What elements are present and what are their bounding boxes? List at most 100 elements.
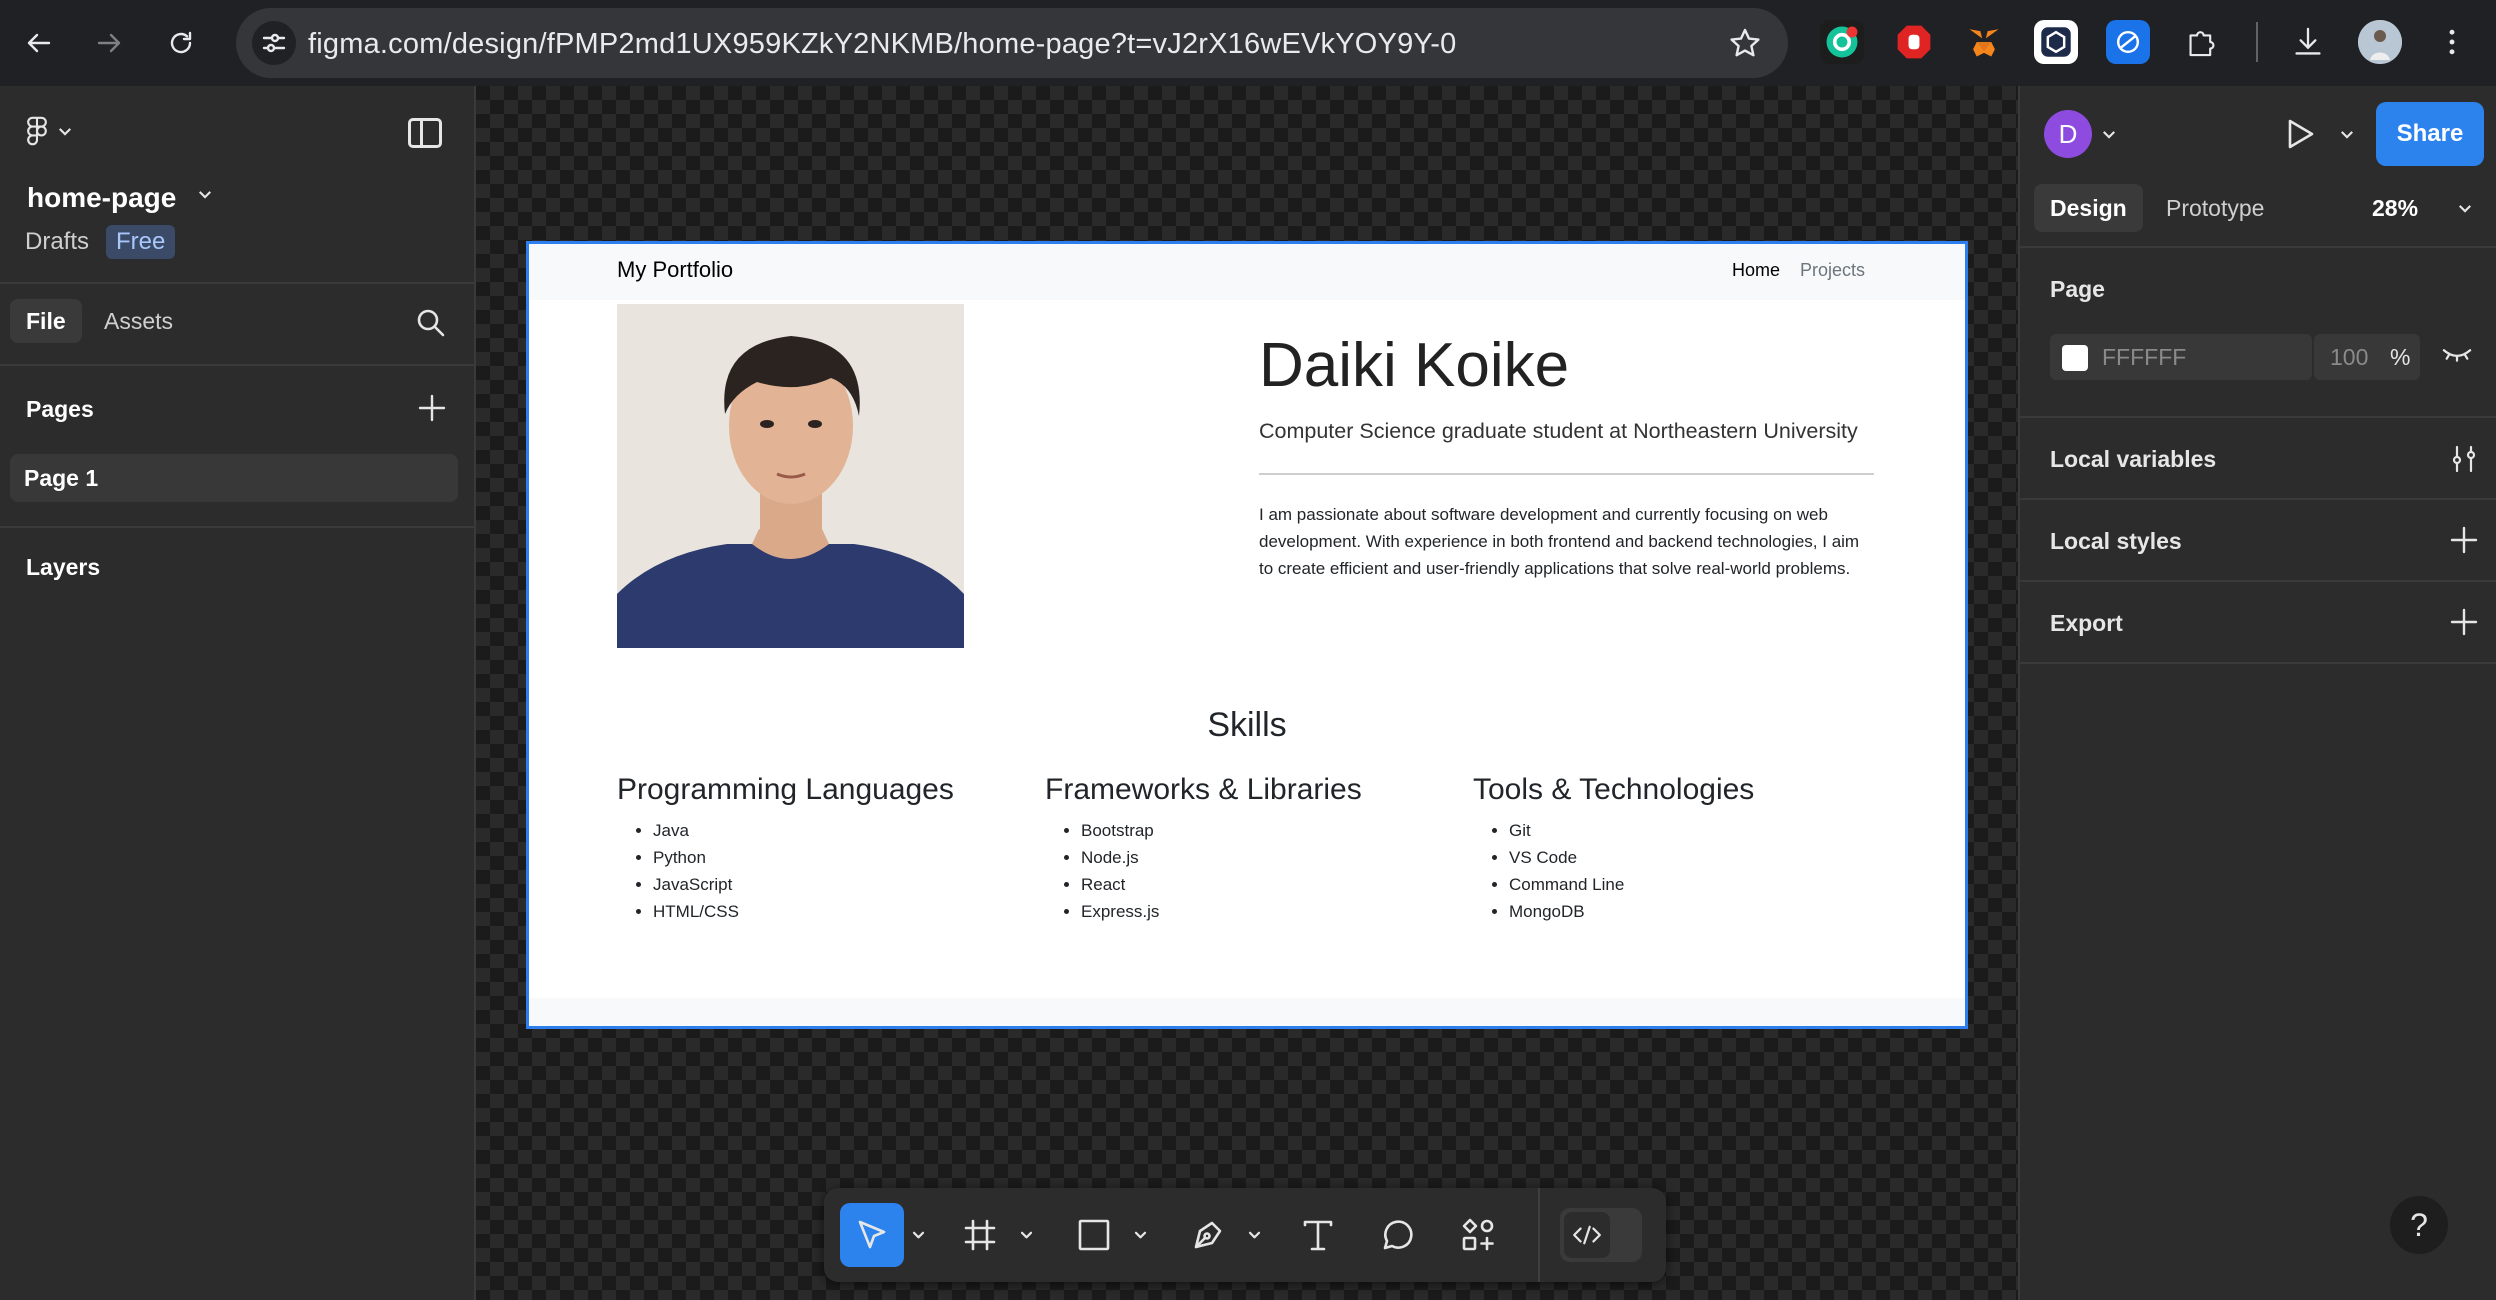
chevron-down-icon[interactable]	[2102, 130, 2116, 139]
nav-link-home[interactable]: Home	[1732, 260, 1780, 281]
pen-icon	[1194, 1221, 1222, 1249]
skill-item: Bootstrap	[1081, 817, 1362, 844]
profile-photo[interactable]	[617, 304, 964, 648]
zoom-chevron-icon[interactable]	[2458, 204, 2472, 213]
divider	[2020, 416, 2496, 418]
local-variables-title[interactable]: Local variables	[2050, 446, 2216, 473]
skill-item: Python	[653, 844, 954, 871]
layers-title: Layers	[26, 554, 101, 580]
tab-design[interactable]: Design	[2034, 184, 2143, 232]
downloads-icon[interactable]	[2286, 20, 2330, 64]
page-opacity-value[interactable]: 100	[2330, 344, 2368, 371]
pen-tool-button[interactable]	[1176, 1203, 1240, 1267]
share-button[interactable]: Share	[2376, 102, 2484, 166]
figma-logo-icon	[27, 116, 47, 146]
nav-link-projects[interactable]: Projects	[1800, 260, 1865, 281]
export-title[interactable]: Export	[2050, 610, 2123, 637]
chevron-down-icon	[1134, 1231, 1146, 1238]
profile-avatar[interactable]	[2358, 20, 2402, 64]
left-panel: home-page Drafts Free File Assets Pages …	[0, 86, 476, 1300]
skill-column-programming: Programming Languages Java Python JavaSc…	[617, 773, 954, 925]
page-color-hex[interactable]: FFFFFF	[2102, 344, 2186, 371]
hero-name: Daiki Koike	[1259, 331, 1570, 400]
actions-tool-button[interactable]	[1446, 1203, 1510, 1267]
skill-column-frameworks: Frameworks & Libraries Bootstrap Node.js…	[1045, 773, 1362, 925]
sidebar-toggle-icon[interactable]	[408, 118, 442, 148]
search-icon[interactable]	[416, 308, 446, 338]
skill-item: Java	[653, 817, 954, 844]
address-bar[interactable]: figma.com/design/fPMP2md1UX959KZkY2NKMB/…	[236, 8, 1788, 78]
divider	[0, 364, 474, 366]
plan-badge[interactable]: Free	[106, 225, 176, 259]
zoom-level[interactable]: 28%	[2372, 184, 2418, 232]
comment-tool-button[interactable]	[1366, 1203, 1430, 1267]
tab-prototype[interactable]: Prototype	[2166, 184, 2264, 232]
help-button[interactable]: ?	[2388, 1194, 2450, 1256]
arrow-left-icon	[27, 33, 51, 53]
project-location[interactable]: Drafts	[25, 228, 89, 256]
add-style-plus-icon[interactable]	[2450, 526, 2478, 554]
grammarly-extension-icon[interactable]	[1820, 20, 1864, 64]
move-tool-menu[interactable]	[906, 1203, 930, 1267]
skills-title: Skills	[1207, 706, 1287, 744]
tab-file[interactable]: File	[10, 299, 82, 343]
skill-item: Command Line	[1509, 871, 1754, 898]
skill-column-tools: Tools & Technologies Git VS Code Command…	[1473, 773, 1754, 925]
move-tool-button[interactable]	[840, 1203, 904, 1267]
pages-title: Pages	[26, 396, 94, 422]
canvas[interactable]: My Portfolio Home Projects Daiki Koike C…	[476, 86, 2018, 1300]
rectangle-tool-button[interactable]	[1062, 1203, 1126, 1267]
frame-tool-menu[interactable]	[1014, 1203, 1038, 1267]
extension-cube-icon[interactable]	[2034, 20, 2078, 64]
divider	[2020, 246, 2496, 248]
portfolio-navbar: My Portfolio Home Projects	[529, 244, 1965, 300]
dev-mode-icon	[1573, 1225, 1601, 1245]
dev-mode-toggle[interactable]	[1560, 1208, 1642, 1262]
toolbar-separator	[2256, 22, 2258, 62]
frame-icon	[964, 1219, 996, 1251]
add-export-plus-icon[interactable]	[2450, 608, 2478, 636]
actions-icon	[1462, 1218, 1494, 1251]
skill-item: React	[1081, 871, 1362, 898]
chevron-down-icon	[59, 127, 71, 136]
bookmark-star-icon[interactable]	[1728, 26, 1762, 60]
pen-tool-menu[interactable]	[1242, 1203, 1266, 1267]
site-info-button[interactable]	[252, 21, 296, 65]
skill-item: VS Code	[1509, 844, 1754, 871]
file-menu-chevron-icon[interactable]	[198, 190, 212, 199]
page-opacity-field[interactable]: 100 %	[2314, 334, 2420, 380]
extension-spiral-icon[interactable]	[2106, 20, 2150, 64]
chevron-down-icon[interactable]	[2340, 130, 2354, 139]
skill-item: Node.js	[1081, 844, 1362, 871]
text-tool-button[interactable]	[1286, 1203, 1350, 1267]
skill-item: JavaScript	[653, 871, 954, 898]
back-button[interactable]	[12, 16, 66, 70]
metamask-extension-icon[interactable]	[1962, 20, 2006, 64]
forward-button[interactable]	[82, 16, 136, 70]
chevron-down-icon	[1020, 1231, 1032, 1238]
color-swatch[interactable]	[2062, 345, 2088, 371]
frame-tool-button[interactable]	[948, 1203, 1012, 1267]
present-play-icon[interactable]	[2284, 118, 2316, 150]
adblock-extension-icon[interactable]	[1892, 20, 1936, 64]
shape-tool-menu[interactable]	[1128, 1203, 1152, 1267]
page-item-page-1[interactable]: Page 1	[10, 454, 458, 502]
main-menu-button[interactable]	[26, 116, 72, 146]
file-name[interactable]: home-page	[27, 182, 176, 214]
add-page-plus-icon[interactable]	[418, 394, 446, 422]
tab-assets[interactable]: Assets	[104, 299, 173, 343]
variables-adjust-icon[interactable]	[2450, 444, 2478, 474]
browser-menu-icon[interactable]	[2430, 20, 2474, 64]
comment-icon	[1383, 1220, 1413, 1250]
dev-mode-knob	[1564, 1212, 1610, 1258]
page-color-field[interactable]: FFFFFF	[2050, 334, 2312, 380]
hero-bio: I am passionate about software developme…	[1259, 505, 1860, 578]
url-text[interactable]: figma.com/design/fPMP2md1UX959KZkY2NKMB/…	[308, 28, 1457, 61]
home-page-frame[interactable]: My Portfolio Home Projects Daiki Koike C…	[526, 241, 1968, 1029]
local-styles-title[interactable]: Local styles	[2050, 528, 2182, 555]
reload-button[interactable]	[154, 16, 208, 70]
portfolio-brand[interactable]: My Portfolio	[617, 257, 733, 283]
visibility-eye-icon[interactable]	[2442, 344, 2472, 364]
extensions-puzzle-icon[interactable]	[2180, 20, 2224, 64]
user-avatar[interactable]: D	[2044, 110, 2092, 158]
